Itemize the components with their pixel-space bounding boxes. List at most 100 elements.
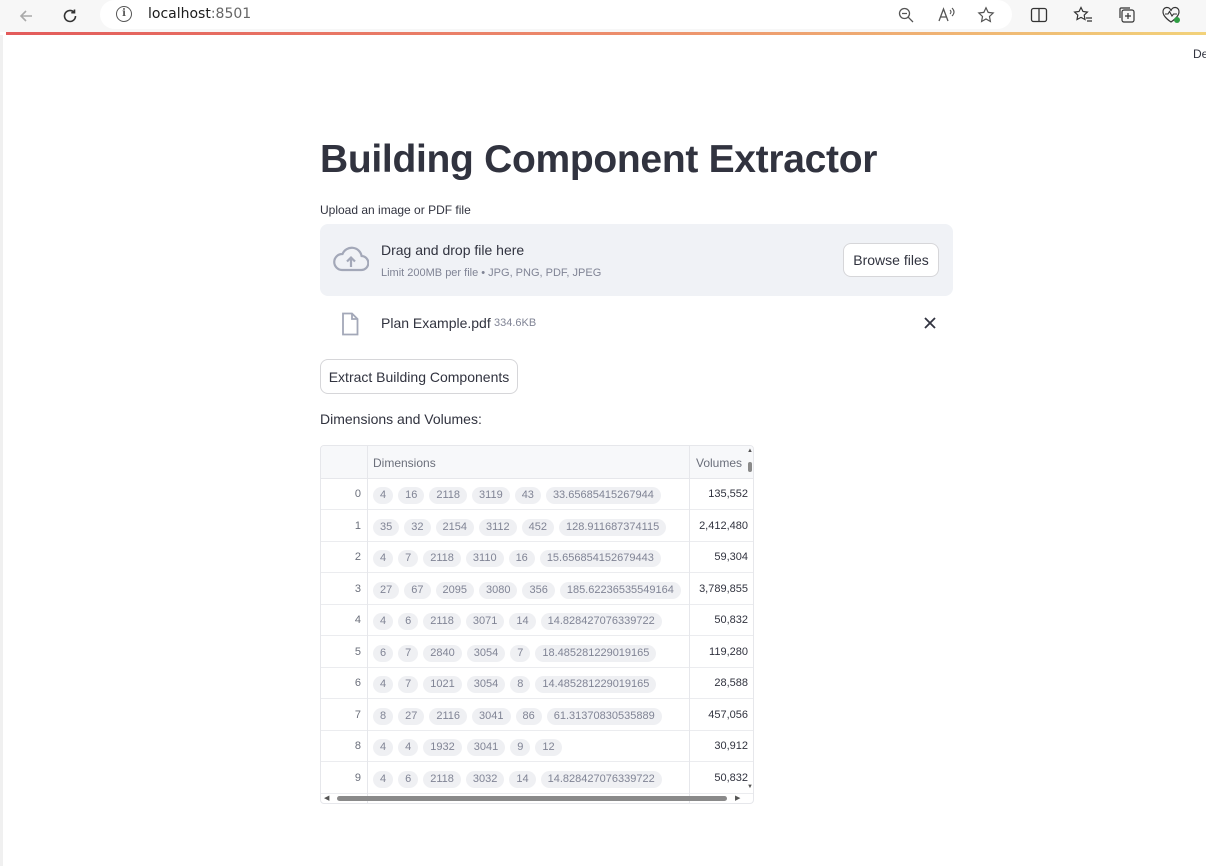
- remove-file-close-icon[interactable]: [920, 313, 940, 333]
- column-divider: [689, 446, 690, 803]
- page-loading-bar: [6, 32, 1206, 35]
- dimension-chip: 7: [510, 644, 531, 662]
- dimensions-cell[interactable]: 8 27 2116 3041 86 61.31370830535889: [373, 707, 662, 725]
- dimension-chip: 4: [373, 550, 394, 567]
- dimensions-cell[interactable]: 6 7 2840 3054 7 18.485281229019165: [373, 644, 657, 662]
- dimension-chip: 3112: [478, 518, 517, 536]
- back-arrow-icon[interactable]: [14, 4, 38, 28]
- dimension-chip: 3041: [472, 707, 511, 725]
- dimension-chip: 14: [509, 770, 536, 788]
- volume-cell[interactable]: 50,832: [690, 763, 748, 794]
- dimension-chip: 7: [398, 550, 419, 567]
- dimension-chip: 8: [510, 676, 531, 693]
- scroll-left-arrow-icon[interactable]: ◀: [324, 794, 329, 802]
- uploaded-file-size: 334.6KB: [494, 317, 537, 329]
- dimension-chip: 356: [522, 581, 555, 599]
- dimension-chip: 12: [535, 739, 562, 756]
- row-index: 6: [354, 677, 361, 689]
- zoom-out-icon[interactable]: [896, 5, 916, 25]
- dimensions-cell[interactable]: 4 6 2118 3032 14 14.828427076339722: [373, 770, 662, 788]
- volume-cell[interactable]: 59,304: [690, 542, 748, 573]
- column-divider: [367, 446, 368, 803]
- reload-icon[interactable]: [58, 4, 82, 28]
- favorites-list-icon[interactable]: [1073, 5, 1093, 25]
- dimensions-cell[interactable]: 4 16 2118 3119 43 33.65685415267944: [373, 487, 661, 504]
- volume-cell[interactable]: 119,280: [690, 637, 748, 668]
- split-screen-icon[interactable]: [1029, 5, 1049, 25]
- dimension-chip: 61.31370830535889: [546, 707, 662, 725]
- dimension-chip: 14.828427076339722: [540, 613, 662, 630]
- scroll-up-arrow-icon[interactable]: ▲: [747, 448, 753, 454]
- results-label: Dimensions and Volumes:: [320, 411, 482, 427]
- dimensions-cell[interactable]: 4 6 2118 3071 14 14.828427076339722: [373, 613, 662, 630]
- dimension-chip: 2118: [429, 487, 468, 504]
- dimensions-cell[interactable]: 4 7 1021 3054 8 14.485281229019165: [373, 676, 657, 693]
- volumes-column-header[interactable]: Volumes: [690, 446, 750, 479]
- dimension-chip: 1932: [423, 739, 462, 756]
- dimension-chip: 128.911687374115: [559, 518, 667, 536]
- dimension-chip: 27: [398, 707, 425, 725]
- dimension-chip: 2118: [423, 770, 461, 788]
- deploy-button[interactable]: De: [1193, 47, 1206, 61]
- dimension-chip: 14.485281229019165: [535, 676, 657, 693]
- horizontal-scroll-thumb[interactable]: [337, 796, 727, 801]
- dimension-chip: 4: [373, 676, 394, 693]
- row-index: 1: [354, 519, 361, 532]
- volume-cell[interactable]: 50,832: [690, 605, 748, 636]
- row-index: 9: [354, 771, 361, 784]
- volume-cell[interactable]: 135,552: [690, 479, 748, 510]
- dimension-chip: 3054: [466, 676, 506, 693]
- dimensions-cell[interactable]: 4 7 2118 3110 16 15.656854152679443: [373, 550, 661, 567]
- browser-essentials-icon[interactable]: [1161, 5, 1181, 25]
- dimensions-column-header[interactable]: Dimensions: [367, 446, 690, 479]
- url-port: :8501: [210, 6, 252, 22]
- row-index: 5: [354, 645, 361, 658]
- dimension-chip: 2118: [423, 613, 461, 630]
- address-bar[interactable]: i localhost:8501: [100, 0, 1012, 29]
- file-icon: [342, 312, 359, 336]
- index-column-header[interactable]: [321, 446, 367, 479]
- dimension-chip: 35: [373, 518, 400, 536]
- dimension-chip: 7: [398, 644, 419, 662]
- volume-cell[interactable]: 3,789,855: [690, 574, 748, 605]
- vertical-scrollbar[interactable]: ▲ ▼: [747, 448, 753, 790]
- dimension-chip: 3119: [472, 487, 510, 504]
- dimensions-cell[interactable]: 27 67 2095 3080 356 185.62236535549164: [373, 581, 681, 599]
- site-info-icon[interactable]: i: [116, 6, 132, 22]
- url-text: localhost:8501: [148, 6, 251, 22]
- dimension-chip: 15.656854152679443: [539, 550, 661, 567]
- results-data-table[interactable]: Dimensions Volumes 0 4 16 2118 3119 43 33.6568…: [320, 445, 754, 804]
- row-index: 7: [354, 708, 361, 721]
- row-index: 2: [354, 551, 361, 563]
- dimensions-cell[interactable]: 4 4 1932 3041 9 12: [373, 739, 562, 756]
- dimension-chip: 3080: [478, 581, 518, 599]
- scroll-down-arrow-icon[interactable]: ▼: [747, 784, 753, 790]
- upload-label: Upload an image or PDF file: [320, 203, 471, 217]
- uploaded-file-name: Plan Example.pdf: [381, 315, 491, 331]
- row-index: 4: [354, 614, 361, 626]
- dimension-chip: 3071: [465, 613, 505, 630]
- volume-cell[interactable]: 457,056: [690, 700, 748, 731]
- horizontal-scrollbar[interactable]: ◀ ▶: [321, 793, 753, 803]
- favorite-star-icon[interactable]: [976, 5, 996, 25]
- read-aloud-icon[interactable]: [936, 5, 956, 25]
- browse-files-button[interactable]: Browse files: [843, 243, 939, 277]
- collections-icon[interactable]: [1117, 5, 1137, 25]
- dimension-chip: 4: [373, 770, 394, 788]
- dimension-chip: 185.62236535549164: [559, 581, 681, 599]
- vertical-scroll-thumb[interactable]: [748, 462, 752, 472]
- dimension-chip: 14.828427076339722: [540, 770, 662, 788]
- extract-components-button[interactable]: Extract Building Components: [320, 359, 518, 394]
- dropzone-instructions: Drag and drop file here: [381, 242, 525, 258]
- dimensions-cell[interactable]: 35 32 2154 3112 452 128.911687374115: [373, 518, 667, 536]
- dimension-chip: 6: [373, 644, 394, 662]
- volume-cell[interactable]: 30,912: [690, 731, 748, 762]
- page-edge: [0, 35, 3, 866]
- dimension-chip: 18.485281229019165: [535, 644, 657, 662]
- page-title: Building Component Extractor: [320, 138, 878, 181]
- dimension-chip: 43: [514, 487, 541, 504]
- volume-cell[interactable]: 2,412,480: [690, 511, 748, 542]
- dimension-chip: 4: [398, 739, 419, 756]
- volume-cell[interactable]: 28,588: [690, 668, 748, 699]
- scroll-right-arrow-icon[interactable]: ▶: [735, 794, 740, 802]
